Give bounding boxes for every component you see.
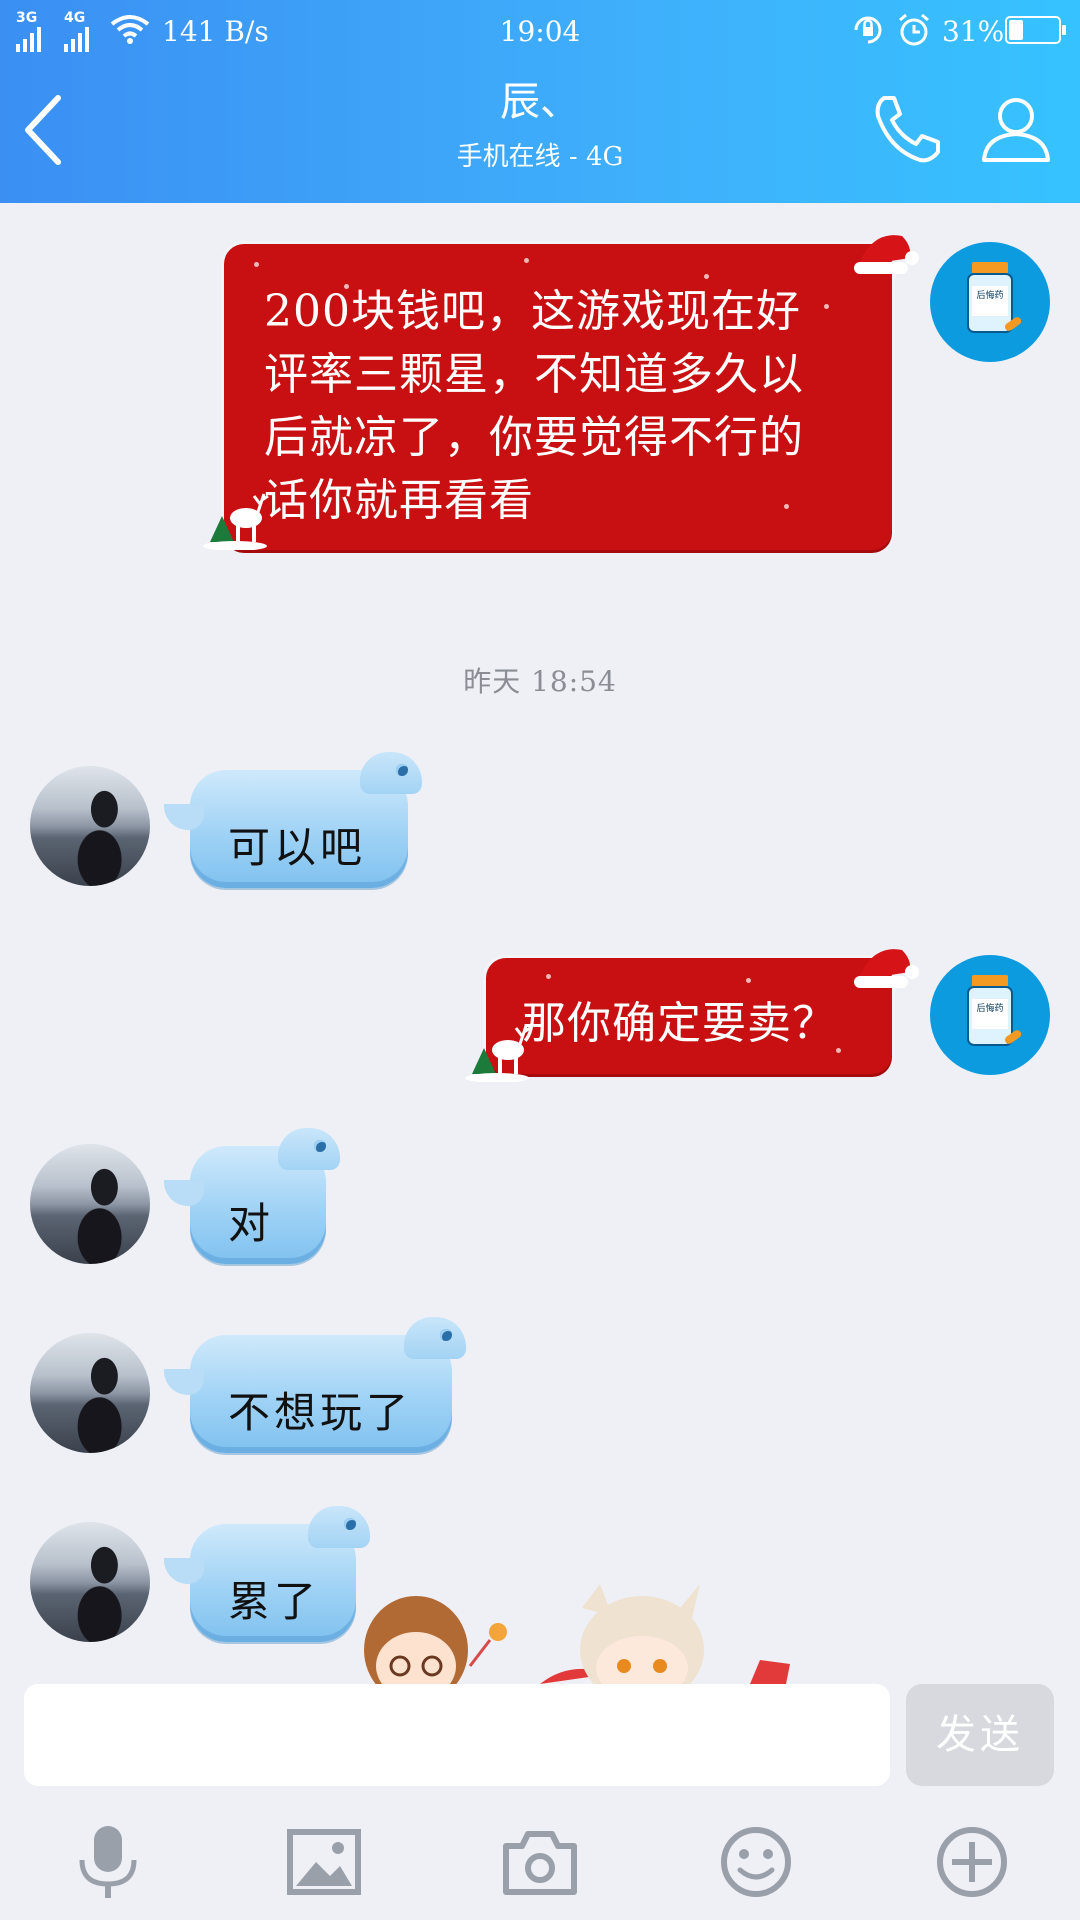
contact-avatar[interactable] bbox=[30, 1522, 150, 1642]
plus-icon[interactable] bbox=[932, 1822, 1012, 1902]
alarm-icon bbox=[899, 13, 929, 46]
message-text: 对 bbox=[228, 1199, 275, 1248]
message-input[interactable] bbox=[24, 1684, 890, 1786]
chat-header: 3G 4G 141 B/s 19:04 31% 辰、 手机在线 - 4G bbox=[0, 0, 1080, 203]
send-button[interactable]: 发送 bbox=[906, 1684, 1054, 1786]
self-avatar[interactable]: 后悔药 bbox=[930, 955, 1050, 1075]
message-text: 200块钱吧，这游戏现在好 评率三颗星，不知道多久以 后就凉了，你要觉得不行的 … bbox=[264, 286, 804, 526]
message-bubble-contact[interactable]: 不想玩了 bbox=[164, 1317, 466, 1453]
message-text: 累了 bbox=[228, 1577, 321, 1626]
profile-button[interactable] bbox=[980, 92, 1052, 164]
message-text: 那你确定要卖？ bbox=[522, 998, 837, 1049]
image-icon[interactable] bbox=[284, 1822, 364, 1902]
santa-hat-icon bbox=[854, 949, 919, 988]
contact-avatar[interactable] bbox=[30, 766, 150, 886]
emoji-icon[interactable] bbox=[716, 1822, 796, 1902]
reindeer-icon bbox=[465, 1025, 531, 1082]
camera-icon[interactable] bbox=[500, 1822, 580, 1902]
battery-percent: 31% bbox=[942, 15, 1005, 48]
battery-icon bbox=[1005, 16, 1066, 44]
medicine-bottle-icon: 后悔药 bbox=[967, 975, 1022, 1046]
svg-text:后悔药: 后悔药 bbox=[976, 1002, 1003, 1014]
microphone-icon[interactable] bbox=[68, 1822, 148, 1902]
rotation-lock-icon bbox=[854, 16, 882, 44]
message-bubble-self[interactable]: 200块钱吧，这游戏现在好 评率三颗星，不知道多久以 后就凉了，你要觉得不行的 … bbox=[203, 235, 919, 550]
santa-hat-icon bbox=[854, 235, 919, 274]
message-text: 可以吧 bbox=[228, 823, 367, 872]
message-bubble-contact[interactable]: 对 bbox=[164, 1128, 340, 1264]
contact-avatar[interactable] bbox=[30, 1144, 150, 1264]
cartoon-characters-decoration bbox=[364, 1584, 790, 1684]
message-text: 不想玩了 bbox=[228, 1388, 413, 1437]
message-bubble-contact[interactable]: 累了 bbox=[164, 1506, 370, 1642]
medicine-bottle-icon: 后悔药 bbox=[967, 262, 1022, 333]
phone-call-button[interactable] bbox=[870, 92, 944, 166]
reindeer-icon bbox=[203, 493, 269, 550]
message-bubble-contact[interactable]: 可以吧 bbox=[164, 752, 422, 888]
time-separator: 昨天 18:54 bbox=[463, 665, 617, 698]
svg-text:后悔药: 后悔药 bbox=[976, 289, 1003, 301]
status-bar: 3G 4G 141 B/s 19:04 31% bbox=[0, 0, 1080, 64]
self-avatar[interactable]: 后悔药 bbox=[930, 242, 1050, 362]
contact-avatar[interactable] bbox=[30, 1333, 150, 1453]
message-bubble-self[interactable]: 那你确定要卖？ bbox=[465, 949, 919, 1082]
